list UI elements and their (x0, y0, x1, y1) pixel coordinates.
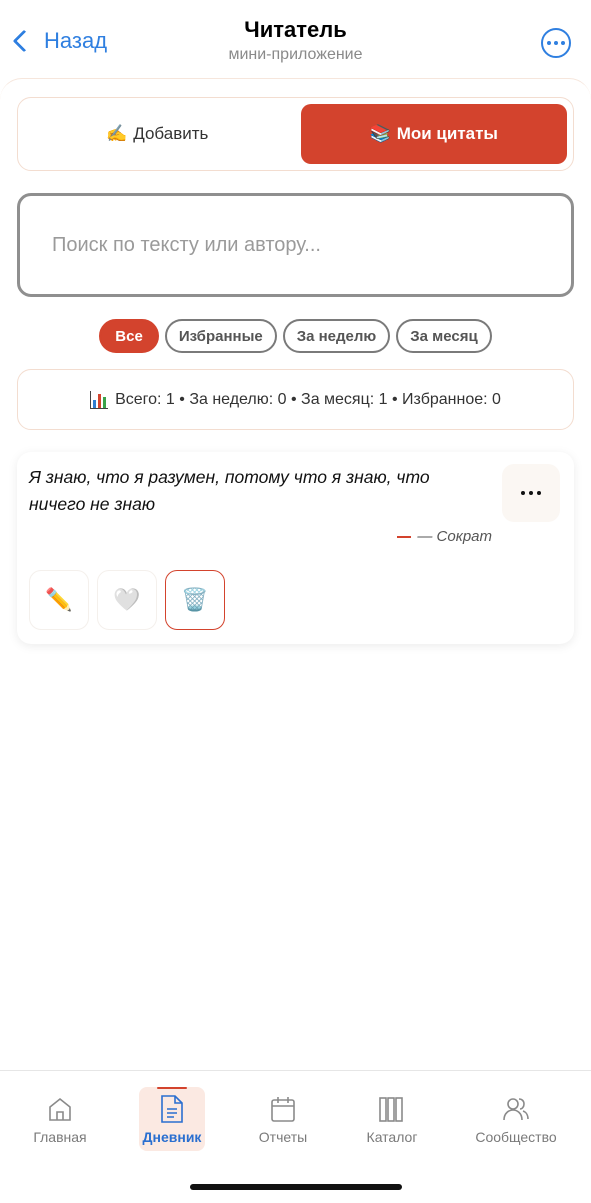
edit-button[interactable]: ✏️ (29, 570, 89, 630)
bar (98, 393, 102, 408)
filter-week[interactable]: За неделю (282, 319, 391, 353)
dot (554, 41, 558, 45)
nav-community[interactable]: Сообщество (466, 1093, 566, 1145)
more-options-button[interactable] (541, 28, 571, 58)
main-content: ✍️ Добавить 📚 Мои цитаты Все Избранные З… (0, 78, 591, 1070)
stats-bar: Всего: 1 • За неделю: 0 • За месяц: 1 • … (17, 369, 574, 430)
dot (561, 41, 565, 45)
document-icon (159, 1093, 185, 1125)
filter-favorites[interactable]: Избранные (164, 319, 277, 353)
books-icon: 📚 (369, 124, 391, 143)
search-input[interactable] (52, 233, 539, 257)
delete-button[interactable]: 🗑️ (165, 570, 225, 630)
author-name: — Сократ (417, 528, 492, 545)
quote-actions: ✏️ 🤍 🗑️ (29, 570, 225, 630)
tab-label: Мои цитаты (396, 124, 498, 143)
bar (103, 396, 107, 408)
quote-text: Я знаю, что я разумен, потому что я знаю… (29, 467, 430, 514)
bar (93, 399, 97, 408)
app-title: Читатель (244, 17, 347, 42)
nav-label: Отчеты (258, 1129, 308, 1145)
books-icon (377, 1093, 407, 1125)
filter-all[interactable]: Все (99, 319, 159, 353)
tab-add[interactable]: ✍️ Добавить (24, 104, 291, 164)
filter-chips: Все Избранные За неделю За месяц (0, 319, 591, 353)
nav-catalog[interactable]: Каталог (342, 1093, 442, 1145)
stats-text: Всего: 1 • За неделю: 0 • За месяц: 1 • … (115, 390, 501, 408)
people-icon (501, 1093, 531, 1125)
accent-dash (397, 535, 412, 538)
active-tab-indicator (157, 1087, 187, 1089)
trash-icon: 🗑️ (181, 587, 209, 612)
tab-label: Добавить (133, 124, 209, 143)
search-box (17, 193, 574, 297)
home-icon (46, 1093, 74, 1125)
nav-reports[interactable]: Отчеты (233, 1093, 333, 1145)
favorite-button[interactable]: 🤍 (97, 570, 157, 630)
title-block: Читатель мини-приложение (0, 16, 591, 66)
heart-icon: 🤍 (113, 587, 141, 612)
dot (537, 491, 541, 495)
nav-label: Главная (33, 1129, 87, 1145)
filter-month[interactable]: За месяц (396, 319, 492, 353)
home-indicator (190, 1184, 402, 1190)
quote-menu-button[interactable] (502, 464, 560, 522)
pencil-icon: ✏️ (45, 587, 73, 612)
writing-hand-icon: ✍️ (106, 124, 128, 143)
tab-my-quotes[interactable]: 📚 Мои цитаты (300, 104, 567, 164)
nav-diary[interactable]: Дневник (122, 1093, 222, 1145)
app-subtitle: мини-приложение (228, 46, 363, 63)
tab-switcher: ✍️ Добавить 📚 Мои цитаты (17, 97, 574, 171)
nav-home[interactable]: Главная (10, 1093, 110, 1145)
bar-chart-icon (90, 390, 109, 409)
top-bar: Назад Читатель мини-приложение (0, 0, 591, 80)
quote-author: — Сократ (397, 528, 492, 545)
quote-card: Я знаю, что я разумен, потому что я знаю… (17, 452, 574, 644)
nav-label: Каталог (366, 1129, 418, 1145)
calendar-icon (269, 1093, 297, 1125)
dot (529, 491, 533, 495)
nav-label: Сообщество (475, 1129, 557, 1145)
nav-label: Дневник (142, 1129, 202, 1145)
dot (547, 41, 551, 45)
dot (521, 491, 525, 495)
